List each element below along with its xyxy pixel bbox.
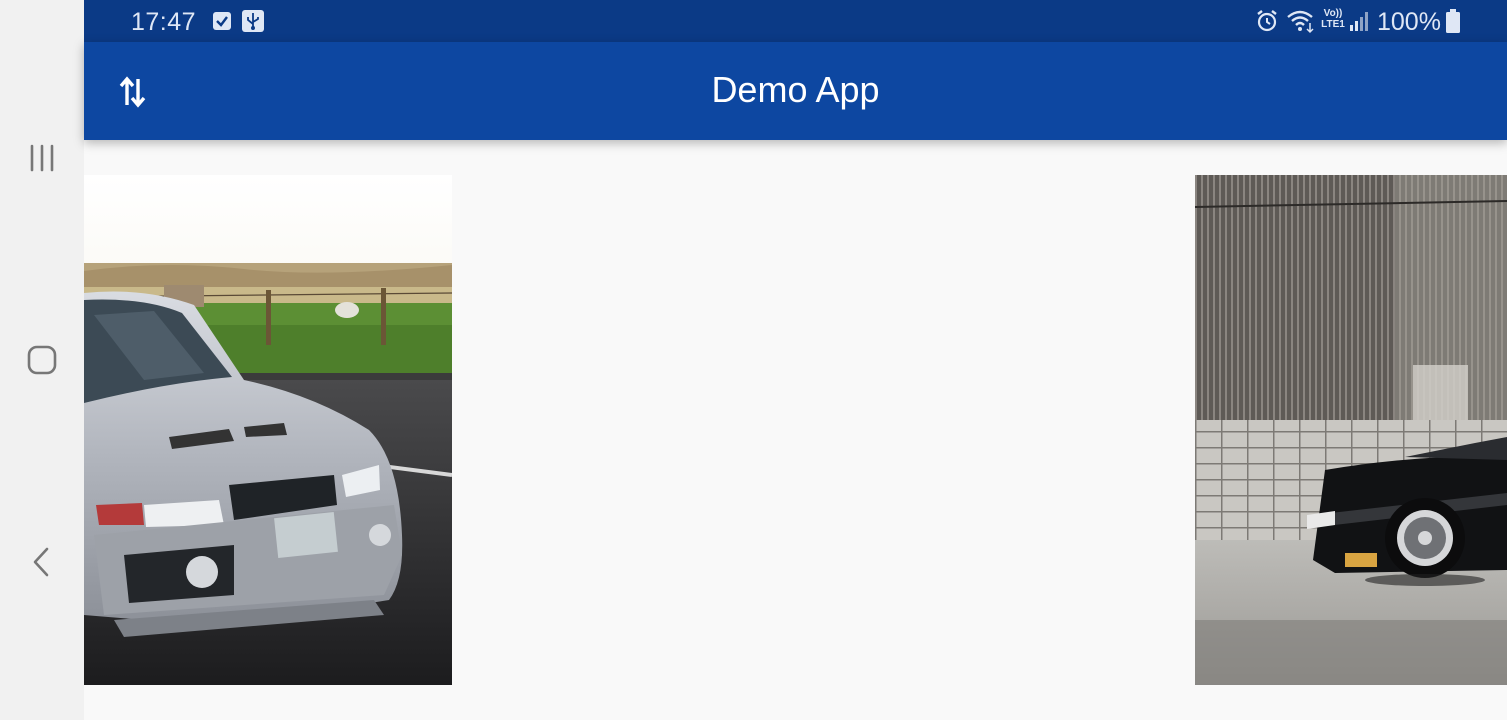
back-button[interactable] [0,520,84,604]
recent-apps-icon [30,144,54,172]
checkbox-notification-icon [213,12,231,30]
usb-icon [242,10,264,32]
black-sports-car-photo [1195,175,1507,685]
gallery-image-black-car[interactable] [1195,175,1507,685]
silver-sedan-car-photo [84,175,452,685]
volte-label: Vo)) [1323,8,1343,19]
app-title: Demo App [711,69,880,110]
status-time: 17:47 [131,8,197,36]
recent-apps-button[interactable] [0,116,84,200]
lte-label: LTE1 [1321,19,1345,30]
app-bar: Demo App [84,42,1507,140]
system-navigation-bar [0,0,84,720]
home-button[interactable] [0,318,84,402]
gallery-image-silver-car[interactable] [84,175,452,685]
alarm-icon [1257,10,1277,32]
back-icon [33,547,49,577]
signal-icon [1350,12,1368,31]
battery-percent: 100% [1377,8,1441,36]
wifi-icon [1287,10,1314,34]
home-icon [27,345,57,375]
volte-lte-icon: Vo)) LTE1 [1320,8,1346,30]
battery-icon [1446,9,1460,33]
status-bar: 17:47 Vo)) LTE1 100% [84,0,1507,42]
